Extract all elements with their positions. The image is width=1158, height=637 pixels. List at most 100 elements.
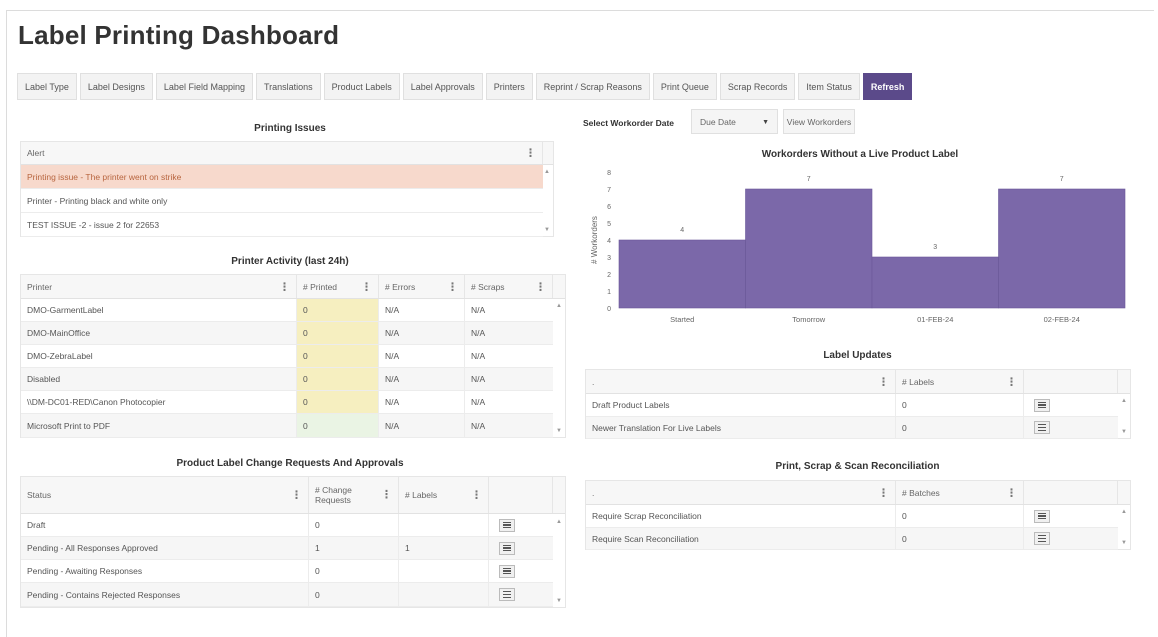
column-header-change-requests[interactable]: # Change Requests ⋮ bbox=[309, 477, 399, 513]
scroll-up-icon[interactable]: ▲ bbox=[553, 303, 565, 309]
scrollbar[interactable]: ▲ ▼ bbox=[1118, 370, 1130, 438]
y-tick-label: 1 bbox=[607, 289, 611, 296]
scroll-up-icon[interactable]: ▲ bbox=[1118, 509, 1130, 515]
tab-scrap-records[interactable]: Scrap Records bbox=[719, 73, 796, 100]
list-icon-button[interactable] bbox=[1034, 421, 1050, 434]
list-icon-button[interactable] bbox=[1034, 509, 1050, 523]
tab-print-queue[interactable]: Print Queue bbox=[652, 73, 717, 100]
printer-activity-grid: Printer ⋮ # Printed ⋮ # Errors ⋮ # Scraps ⋮ … bbox=[20, 274, 566, 438]
table-row[interactable]: Printer - Printing black and white only bbox=[21, 189, 543, 213]
column-header-errors[interactable]: # Errors ⋮ bbox=[379, 275, 465, 298]
column-header-name[interactable]: . ⋮ bbox=[586, 370, 896, 393]
reconciliation-title: Print, Scrap & Scan Reconciliation bbox=[775, 461, 940, 472]
table-row[interactable]: \\DM-DC01-RED\Canon Photocopier 0 N/A N/… bbox=[21, 391, 553, 414]
labels-cell bbox=[399, 583, 489, 606]
column-menu-icon[interactable]: ⋮ bbox=[279, 280, 290, 293]
column-header-labels[interactable]: # Labels ⋮ bbox=[896, 370, 1024, 393]
scroll-up-icon[interactable]: ▲ bbox=[553, 519, 565, 525]
tab-reprint-scrap-reasons[interactable]: Reprint / Scrap Reasons bbox=[535, 73, 650, 100]
status-cell: Draft bbox=[21, 514, 309, 536]
scroll-down-icon[interactable]: ▼ bbox=[553, 598, 565, 604]
list-icon-button[interactable] bbox=[1034, 532, 1050, 545]
column-header-printer[interactable]: Printer ⋮ bbox=[21, 275, 297, 298]
column-menu-icon[interactable]: ⋮ bbox=[878, 375, 889, 388]
update-name-cell: Newer Translation For Live Labels bbox=[586, 417, 896, 438]
actions-cell bbox=[489, 514, 553, 536]
scrollbar[interactable]: ▲ ▼ bbox=[1118, 481, 1130, 549]
tab-translations[interactable]: Translations bbox=[255, 73, 321, 100]
table-row[interactable]: TEST ISSUE -2 - issue 2 for 22653 bbox=[21, 213, 543, 237]
scrollbar[interactable]: ▲ ▼ bbox=[553, 275, 565, 437]
list-icon-button[interactable] bbox=[499, 518, 515, 532]
reconciliation-name-cell: Require Scrap Reconciliation bbox=[586, 505, 896, 527]
list-icon-button[interactable] bbox=[1034, 398, 1050, 412]
tab-item-status[interactable]: Item Status bbox=[798, 73, 860, 100]
tab-label-type[interactable]: Label Type bbox=[17, 73, 77, 100]
table-row[interactable]: Pending - All Responses Approved 1 1 bbox=[21, 537, 553, 560]
list-icon-button[interactable] bbox=[499, 541, 515, 555]
column-menu-icon[interactable]: ⋮ bbox=[471, 489, 482, 502]
errors-cell: N/A bbox=[379, 299, 465, 321]
printer-name-cell: DMO-MainOffice bbox=[21, 322, 297, 344]
column-menu-icon[interactable]: ⋮ bbox=[381, 490, 392, 501]
column-header-label: Alert bbox=[27, 148, 45, 158]
list-icon-button[interactable] bbox=[499, 588, 515, 601]
table-row[interactable]: Disabled 0 N/A N/A bbox=[21, 368, 553, 391]
column-header-alert[interactable]: Alert ⋮ bbox=[21, 142, 543, 164]
table-row[interactable]: Pending - Contains Rejected Responses 0 bbox=[21, 583, 553, 607]
scroll-down-icon[interactable]: ▼ bbox=[541, 227, 553, 233]
list-icon-button[interactable] bbox=[499, 564, 515, 578]
column-header-label: Printer bbox=[27, 281, 53, 292]
column-menu-icon[interactable]: ⋮ bbox=[535, 280, 546, 293]
workorder-date-select[interactable]: Due Date ▼ bbox=[691, 109, 778, 134]
column-menu-icon[interactable]: ⋮ bbox=[291, 489, 302, 502]
table-row[interactable]: DMO-GarmentLabel 0 N/A N/A bbox=[21, 299, 553, 322]
column-header-labels[interactable]: # Labels ⋮ bbox=[399, 477, 489, 513]
grid-header: . ⋮ # Labels ⋮ bbox=[586, 370, 1130, 394]
table-row[interactable]: Pending - Awaiting Responses 0 bbox=[21, 560, 553, 583]
column-menu-icon[interactable]: ⋮ bbox=[361, 280, 372, 293]
column-menu-icon[interactable]: ⋮ bbox=[1006, 375, 1017, 388]
column-menu-icon[interactable]: ⋮ bbox=[1006, 486, 1017, 499]
column-menu-icon[interactable]: ⋮ bbox=[878, 486, 889, 499]
column-header-name[interactable]: . ⋮ bbox=[586, 481, 896, 504]
bar bbox=[745, 188, 873, 309]
table-row[interactable]: Draft Product Labels 0 bbox=[586, 394, 1118, 417]
refresh-button[interactable]: Refresh bbox=[862, 73, 913, 100]
column-header-scraps[interactable]: # Scraps ⋮ bbox=[465, 275, 553, 298]
scroll-down-icon[interactable]: ▼ bbox=[1118, 429, 1130, 435]
scroll-down-icon[interactable]: ▼ bbox=[553, 428, 565, 434]
table-row[interactable]: Require Scan Reconciliation 0 bbox=[586, 528, 1118, 550]
column-menu-icon[interactable]: ⋮ bbox=[447, 280, 458, 293]
column-header-status[interactable]: Status ⋮ bbox=[21, 477, 309, 513]
table-row[interactable]: Printing issue - The printer went on str… bbox=[21, 165, 543, 189]
table-row[interactable]: Draft 0 bbox=[21, 514, 553, 537]
change-requests-cell: 0 bbox=[309, 514, 399, 536]
tab-printers[interactable]: Printers bbox=[485, 73, 533, 100]
tab-label-designs[interactable]: Label Designs bbox=[79, 73, 153, 100]
table-row[interactable]: Require Scrap Reconciliation 0 bbox=[586, 505, 1118, 528]
scroll-up-icon[interactable]: ▲ bbox=[1118, 398, 1130, 404]
tab-label-field-mapping[interactable]: Label Field Mapping bbox=[155, 73, 253, 100]
actions-cell bbox=[489, 583, 553, 606]
scroll-down-icon[interactable]: ▼ bbox=[1118, 540, 1130, 546]
grid-header: . ⋮ # Batches ⋮ bbox=[586, 481, 1130, 505]
table-row[interactable]: Newer Translation For Live Labels 0 bbox=[586, 417, 1118, 439]
labels-cell: 1 bbox=[399, 537, 489, 559]
tab-product-labels[interactable]: Product Labels bbox=[323, 73, 400, 100]
x-tick-label: 02-FEB-24 bbox=[1044, 315, 1080, 324]
table-row[interactable]: DMO-MainOffice 0 N/A N/A bbox=[21, 322, 553, 345]
column-header-printed[interactable]: # Printed ⋮ bbox=[297, 275, 379, 298]
scrollbar[interactable]: ▲ ▼ bbox=[541, 142, 553, 236]
scroll-up-icon[interactable]: ▲ bbox=[541, 169, 553, 175]
table-row[interactable]: Microsoft Print to PDF 0 N/A N/A bbox=[21, 414, 553, 438]
view-workorders-button[interactable]: View Workorders bbox=[783, 109, 855, 134]
column-header-batches[interactable]: # Batches ⋮ bbox=[896, 481, 1024, 504]
table-row[interactable]: DMO-ZebraLabel 0 N/A N/A bbox=[21, 345, 553, 368]
caret-down-icon: ▼ bbox=[762, 119, 769, 126]
chart-title: Workorders Without a Live Product Label bbox=[761, 149, 959, 160]
tab-label-approvals[interactable]: Label Approvals bbox=[402, 73, 483, 100]
scrollbar[interactable]: ▲ ▼ bbox=[553, 477, 565, 607]
column-menu-icon[interactable]: ⋮ bbox=[525, 147, 536, 160]
scraps-cell: N/A bbox=[471, 351, 486, 361]
